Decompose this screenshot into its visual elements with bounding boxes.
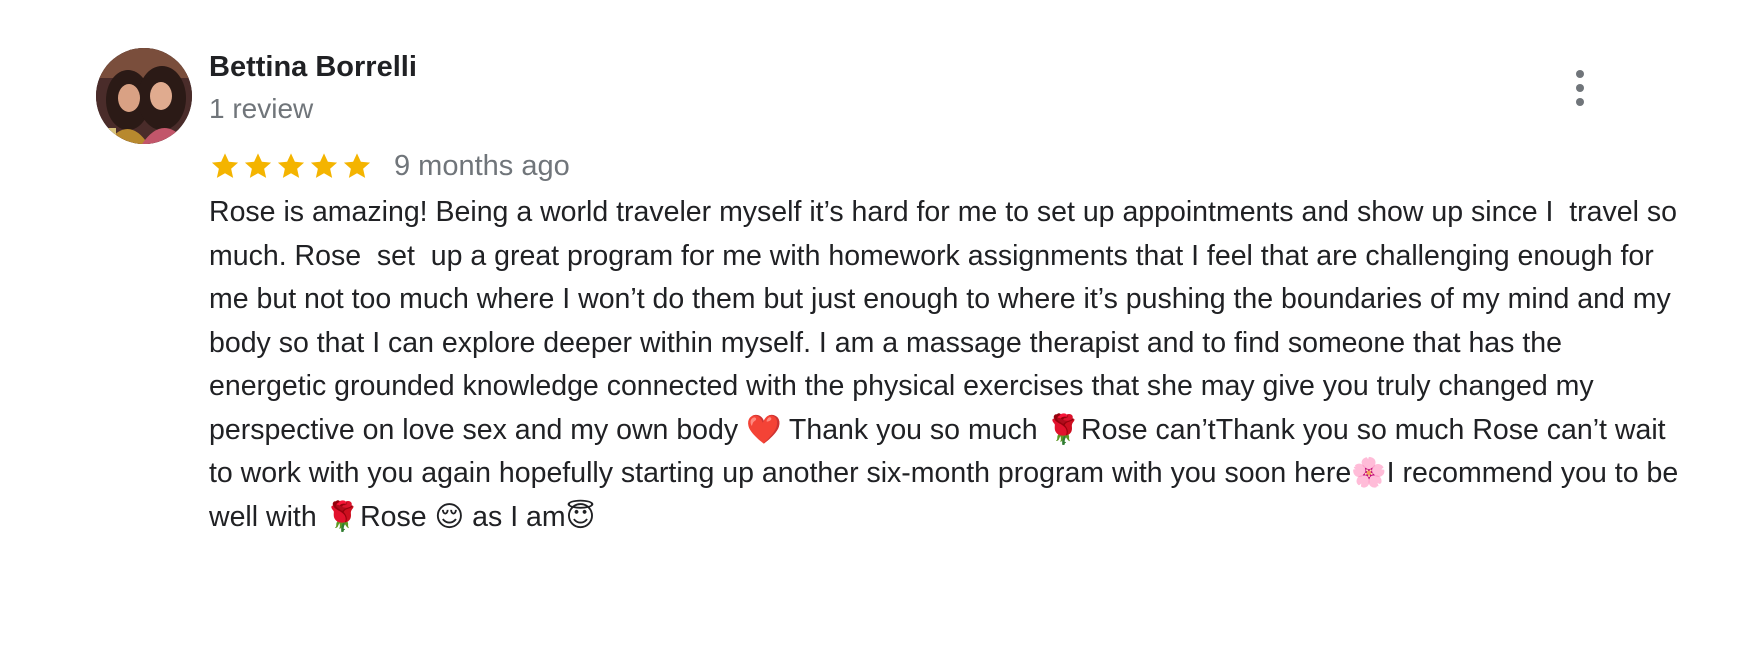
review-date: 9 months ago bbox=[394, 149, 570, 182]
review-count: 1 review bbox=[209, 93, 314, 124]
more-options-button[interactable] bbox=[1564, 64, 1596, 112]
star-icon bbox=[242, 150, 274, 182]
star-rating bbox=[209, 150, 373, 182]
more-vert-icon bbox=[1576, 70, 1584, 78]
star-icon bbox=[308, 150, 340, 182]
rating-row: 9 months ago bbox=[209, 145, 570, 187]
star-icon bbox=[341, 150, 373, 182]
avatar[interactable] bbox=[96, 48, 192, 144]
review-text: Rose is amazing! Being a world traveler … bbox=[209, 196, 1687, 533]
reviewer-name[interactable]: Bettina Borrelli bbox=[209, 47, 417, 87]
review-card: Bettina Borrelli 1 review 9 months ago R… bbox=[0, 0, 1746, 658]
star-icon bbox=[209, 150, 241, 182]
avatar-photo bbox=[96, 48, 192, 144]
star-icon bbox=[275, 150, 307, 182]
